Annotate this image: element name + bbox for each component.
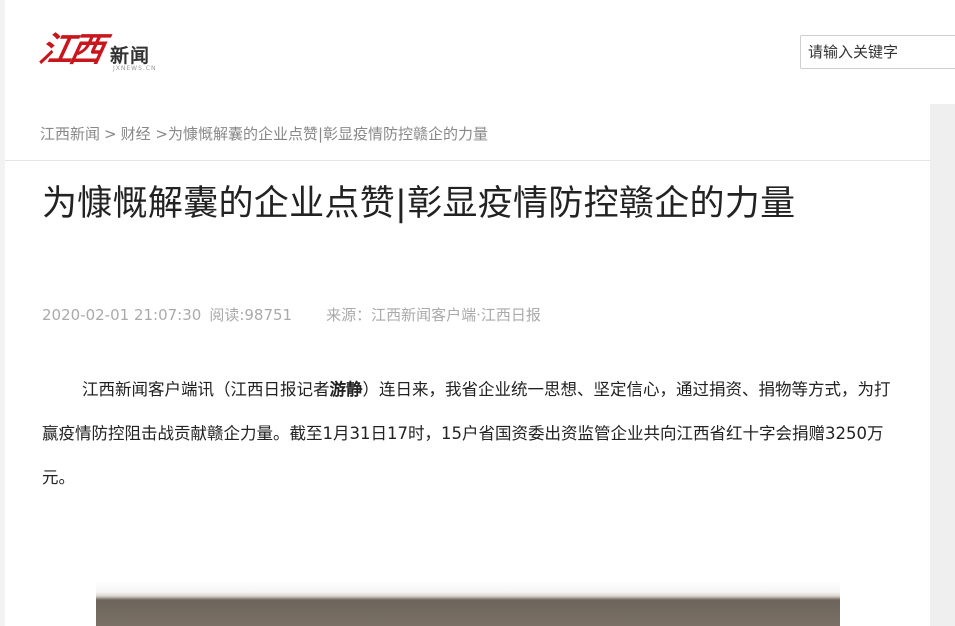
search-box[interactable] (800, 35, 955, 69)
search-input[interactable] (801, 36, 955, 68)
paragraph-lead: 江西新闻客户端讯（江西日报记者 (82, 380, 330, 399)
breadcrumb-current: >为慷慨解囊的企业点赞|彰显疫情防控赣企的力量 (155, 125, 489, 143)
breadcrumb: 江西新闻 > 财经 >为慷慨解囊的企业点赞|彰显疫情防控赣企的力量 (40, 123, 488, 144)
article-meta: 2020-02-01 21:07:30 阅读:98751 来源：江西新闻客户端·江西… (42, 304, 549, 325)
logo-text: 新闻 (110, 45, 151, 67)
article-paragraph: 江西新闻客户端讯（江西日报记者游静）连日来，我省企业统一思想、坚定信心，通过捐资… (42, 368, 892, 500)
breadcrumb-home-link[interactable]: 江西新闻 (40, 125, 100, 143)
right-sidebar-rail (930, 104, 955, 626)
publish-date: 2020-02-01 21:07:30 (42, 306, 202, 324)
breadcrumb-finance-link[interactable]: 财经 (121, 125, 151, 143)
logo-subtext: JXNEWS.CN (113, 65, 157, 72)
left-gutter (0, 0, 5, 626)
article-title: 为慷慨解囊的企业点赞|彰显疫情防控赣企的力量 (42, 184, 796, 224)
read-count: 阅读:98751 (209, 306, 293, 324)
logo-mark: 江西 (35, 30, 105, 70)
breadcrumb-separator: > (104, 125, 117, 143)
article-photo (96, 580, 840, 626)
reporter-name: 游静 (329, 380, 363, 399)
article-source: 来源：江西新闻客户端·江西日报 (326, 306, 541, 324)
site-logo[interactable]: 江西 新闻 JXNEWS.CN (36, 30, 160, 76)
breadcrumb-divider (5, 160, 930, 161)
